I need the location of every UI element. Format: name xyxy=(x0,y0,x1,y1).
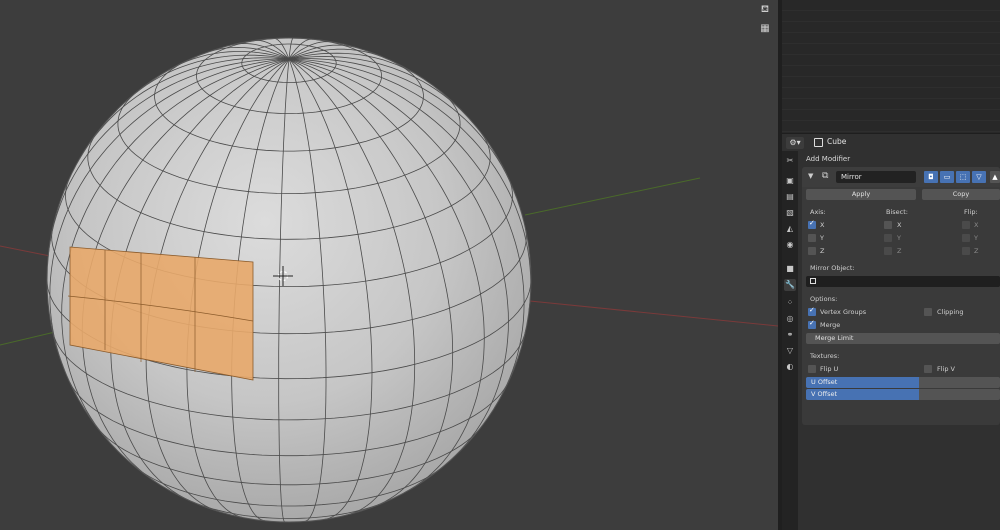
axis-z-label: Z xyxy=(820,247,825,255)
outliner-row xyxy=(782,99,1000,110)
mirror-modifier-panel: ▼ ⧉ Mirror ◘ ▭ ⬚ ▽ ▲ Apply Copy Axis: Bi… xyxy=(802,167,1000,425)
y-axis-line-right xyxy=(524,177,701,216)
clipping-label: Clipping xyxy=(937,308,964,316)
collapse-arrow-icon[interactable]: ▼ xyxy=(808,172,813,180)
outliner-row xyxy=(782,0,1000,11)
bisect-y-label: Y xyxy=(897,234,901,242)
y-axis-line xyxy=(0,331,56,346)
v-offset-slider[interactable]: V Offset xyxy=(806,389,1000,400)
show-on-cage-icon[interactable]: ▽ xyxy=(972,171,986,183)
clipping-checkbox[interactable] xyxy=(924,308,932,316)
properties-tabs: ✂ ▣ ▤ ▧ ◭ ◉ ■ 🔧 ⁘ ◎ ⚭ ▽ ◐ xyxy=(782,151,798,530)
show-in-render-icon[interactable]: ◘ xyxy=(924,171,938,183)
bisect-z-checkbox[interactable] xyxy=(884,247,892,255)
merge-label: Merge xyxy=(820,321,841,329)
u-offset-slider[interactable]: U Offset xyxy=(806,377,1000,388)
flip-v-checkbox[interactable] xyxy=(924,365,932,373)
mirror-object-label: Mirror Object: xyxy=(810,264,855,272)
properties-header: ⚙▾ Cube xyxy=(782,133,1000,151)
view-layer-tab-icon[interactable]: ▧ xyxy=(784,207,796,219)
u-offset-label: U Offset xyxy=(811,378,838,386)
add-modifier-button[interactable]: Add Modifier xyxy=(806,155,850,163)
axis-z-checkbox[interactable] xyxy=(808,247,816,255)
flip-header: Flip: xyxy=(964,208,978,216)
apply-button[interactable]: Apply xyxy=(806,189,916,200)
flip-u-checkbox[interactable] xyxy=(808,365,816,373)
object-tab-icon[interactable]: ■ xyxy=(784,263,796,275)
axis-x-checkbox[interactable] xyxy=(808,219,816,229)
outliner-row xyxy=(782,88,1000,99)
outliner-row xyxy=(782,11,1000,22)
mirror-modifier-icon: ⧉ xyxy=(822,171,829,181)
merge-limit-field[interactable]: Merge Limit xyxy=(806,333,1000,344)
v-offset-label: V Offset xyxy=(811,390,838,398)
outliner-panel[interactable] xyxy=(782,0,1000,133)
viewport-canvas[interactable] xyxy=(0,0,778,530)
3d-viewport[interactable]: ⛾ ▦ xyxy=(0,0,778,530)
show-in-viewport-icon[interactable]: ▭ xyxy=(940,171,954,183)
flip-x-label: X xyxy=(974,221,979,229)
flip-y-label: Y xyxy=(974,234,978,242)
camera-icon[interactable]: ⛾ xyxy=(758,3,772,17)
axis-y-label: Y xyxy=(820,234,824,242)
flip-v-label: Flip V xyxy=(937,365,955,373)
world-tab-icon[interactable]: ◉ xyxy=(784,239,796,251)
flip-z-checkbox[interactable] xyxy=(962,247,970,255)
axis-y-checkbox[interactable] xyxy=(808,234,816,242)
flip-z-label: Z xyxy=(974,247,979,255)
output-tab-icon[interactable]: ▤ xyxy=(784,191,796,203)
modifier-name-field[interactable]: Mirror xyxy=(836,171,916,183)
modifier-tab-icon[interactable]: 🔧 xyxy=(784,279,796,291)
vertex-groups-checkbox[interactable] xyxy=(808,306,816,316)
bisect-x-label: X xyxy=(897,221,902,229)
properties-panel: Add Modifier ▼ ⧉ Mirror ◘ ▭ ⬚ ▽ ▲ Apply … xyxy=(798,151,1000,530)
constraints-tab-icon[interactable]: ⚭ xyxy=(784,329,796,341)
particles-tab-icon[interactable]: ⁘ xyxy=(784,297,796,309)
grid-icon[interactable]: ▦ xyxy=(758,21,772,35)
flip-x-checkbox[interactable] xyxy=(962,221,970,229)
bisect-y-checkbox[interactable] xyxy=(884,234,892,242)
axis-x-label: X xyxy=(820,221,825,229)
physics-tab-icon[interactable]: ◎ xyxy=(784,313,796,325)
outliner-row xyxy=(782,66,1000,77)
mirror-object-field[interactable] xyxy=(806,276,1000,287)
flip-y-checkbox[interactable] xyxy=(962,234,970,242)
options-label: Options: xyxy=(810,295,838,303)
data-tab-icon[interactable]: ▽ xyxy=(784,345,796,357)
object-name: Cube xyxy=(827,137,847,146)
outliner-row xyxy=(782,22,1000,33)
axis-header: Axis: xyxy=(810,208,826,216)
material-tab-icon[interactable]: ◐ xyxy=(784,361,796,373)
merge-checkbox[interactable] xyxy=(808,319,816,329)
object-picker-icon xyxy=(810,278,816,284)
render-tab-icon[interactable]: ▣ xyxy=(784,175,796,187)
copy-button[interactable]: Copy xyxy=(922,189,1000,200)
textures-label: Textures: xyxy=(810,352,840,360)
vertex-groups-label: Vertex Groups xyxy=(820,308,867,316)
bisect-header: Bisect: xyxy=(886,208,908,216)
outliner-row xyxy=(782,77,1000,88)
move-up-icon[interactable]: ▲ xyxy=(990,171,1000,183)
modifier-header: ▼ ⧉ Mirror ◘ ▭ ⬚ ▽ ▲ xyxy=(802,167,1000,187)
bisect-x-checkbox[interactable] xyxy=(884,221,892,229)
outliner-row xyxy=(782,121,1000,132)
show-in-editmode-icon[interactable]: ⬚ xyxy=(956,171,970,183)
editor-type-button[interactable]: ⚙▾ xyxy=(786,137,804,149)
bisect-z-label: Z xyxy=(897,247,902,255)
object-icon xyxy=(814,138,823,147)
scene-tab-icon[interactable]: ◭ xyxy=(784,223,796,235)
outliner-row xyxy=(782,44,1000,55)
x-axis-line-right xyxy=(519,299,778,327)
tool-tab-icon[interactable]: ✂ xyxy=(784,155,796,167)
outliner-row xyxy=(782,33,1000,44)
flip-u-label: Flip U xyxy=(820,365,839,373)
outliner-row xyxy=(782,110,1000,121)
outliner-row xyxy=(782,55,1000,66)
